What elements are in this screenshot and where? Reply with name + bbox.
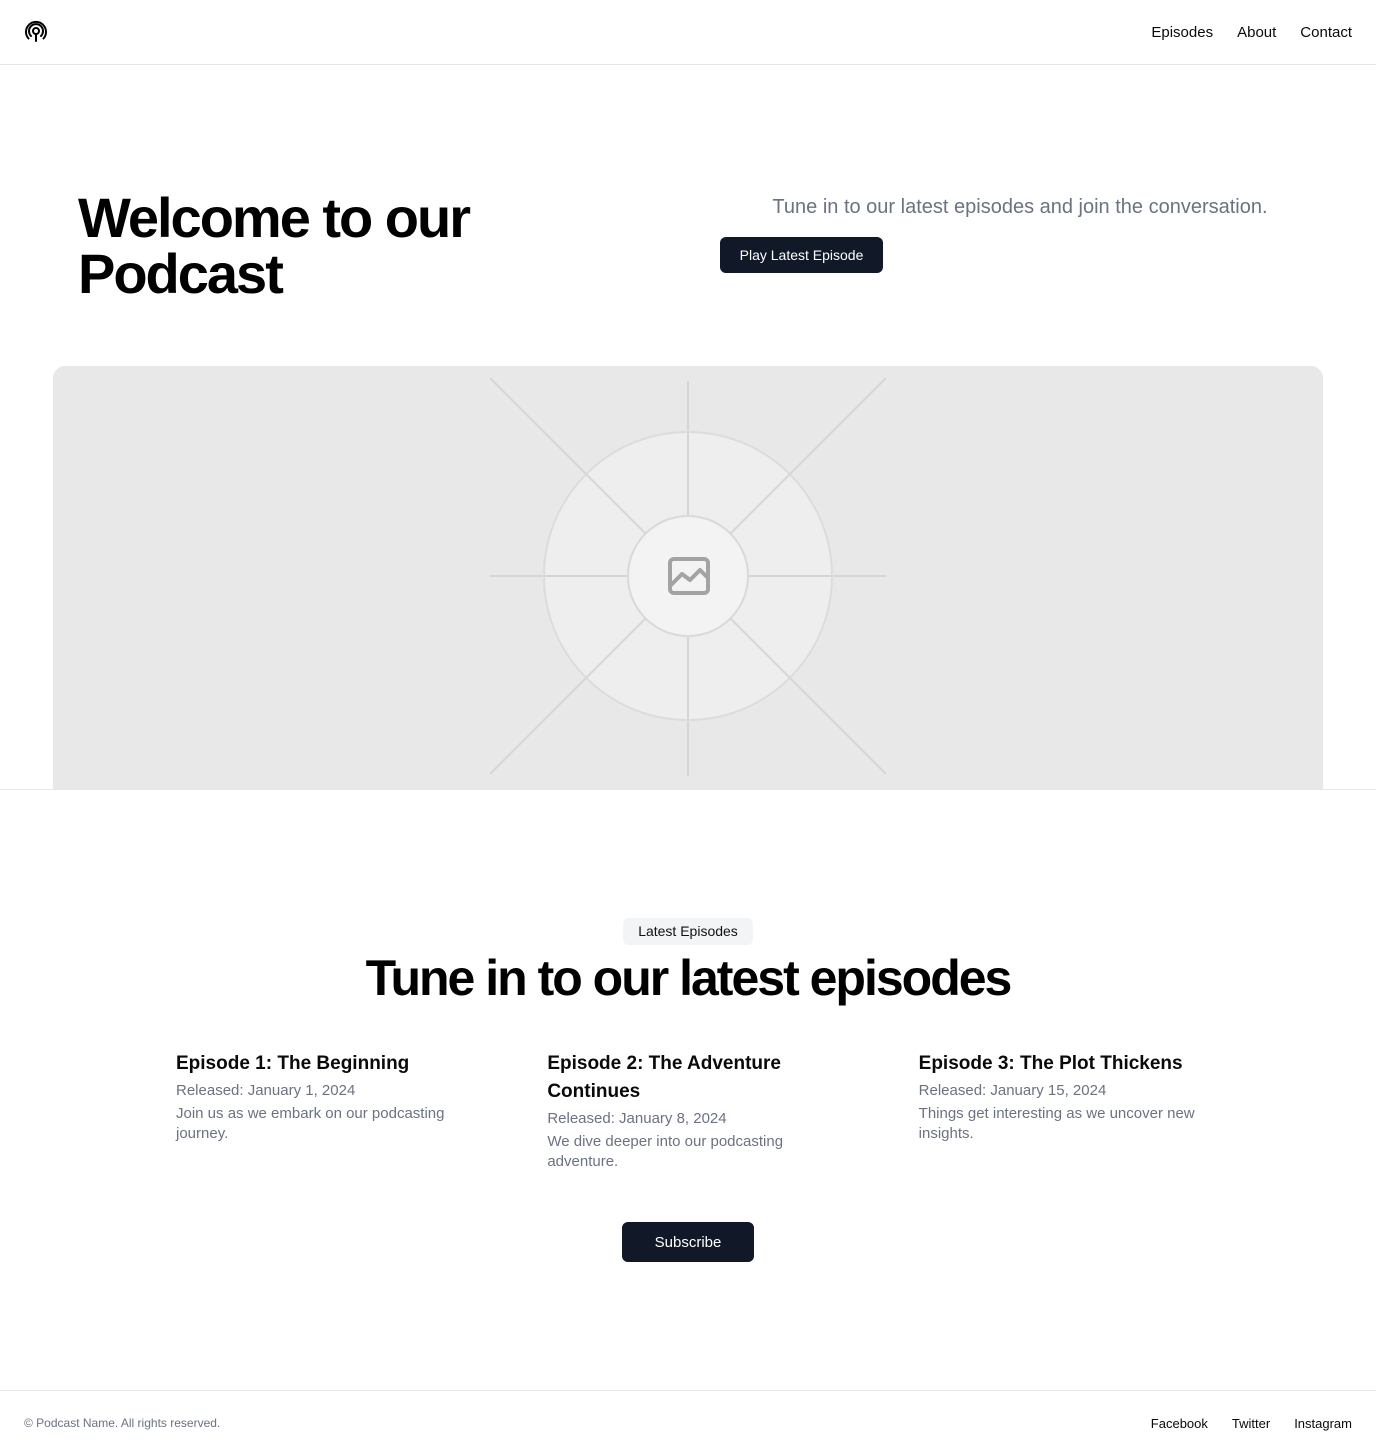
hero-image-placeholder <box>53 366 1323 790</box>
footer-facebook-link[interactable]: Facebook <box>1151 1416 1208 1431</box>
footer-twitter-link[interactable]: Twitter <box>1232 1416 1270 1431</box>
copyright-text: © Podcast Name. All rights reserved. <box>24 1416 221 1430</box>
episode-title[interactable]: Episode 2: The Adventure Continues <box>547 1050 828 1106</box>
latest-episodes-badge: Latest Episodes <box>623 918 753 945</box>
site-header: Episodes About Contact <box>0 0 1376 65</box>
episode-title[interactable]: Episode 1: The Beginning <box>176 1050 457 1078</box>
site-footer: © Podcast Name. All rights reserved. Fac… <box>0 1390 1376 1455</box>
hero-title-line2: Podcast <box>78 242 284 305</box>
episode-description: We dive deeper into our podcasting adven… <box>547 1133 784 1170</box>
episode-release-date: Released: January 15, 2024 <box>918 1082 1107 1099</box>
episode-card[interactable]: Episode 3: The Plot Thickens Released: J… <box>919 1050 1200 1172</box>
podcast-logo-icon[interactable] <box>24 20 48 44</box>
subscribe-button[interactable]: Subscribe <box>622 1222 754 1262</box>
nav-about-link[interactable]: About <box>1237 24 1276 41</box>
episode-card[interactable]: Episode 2: The Adventure Continues Relea… <box>547 1050 828 1172</box>
hero-subtitle: Tune in to our latest episodes and join … <box>772 196 1268 218</box>
footer-instagram-link[interactable]: Instagram <box>1294 1416 1352 1431</box>
hero-title: Welcome to our Podcast <box>78 190 638 302</box>
main-nav: Episodes About Contact <box>1151 24 1352 41</box>
episode-title[interactable]: Episode 3: The Plot Thickens <box>919 1050 1200 1078</box>
nav-contact-link[interactable]: Contact <box>1300 24 1352 41</box>
footer-social-links: Facebook Twitter Instagram <box>1151 1416 1352 1431</box>
episode-release-date: Released: January 1, 2024 <box>176 1082 356 1099</box>
episode-description: Join us as we embark on our podcasting j… <box>176 1105 445 1142</box>
play-latest-episode-button[interactable]: Play Latest Episode <box>720 237 883 273</box>
section-divider <box>0 789 1376 790</box>
nav-episodes-link[interactable]: Episodes <box>1151 24 1213 41</box>
episode-description: Things get interesting as we uncover new… <box>918 1105 1195 1142</box>
page: Episodes About Contact Welcome to our Po… <box>0 0 1376 1455</box>
episodes-list: Episode 1: The Beginning Released: Janua… <box>176 1050 1200 1172</box>
episode-card[interactable]: Episode 1: The Beginning Released: Janua… <box>176 1050 457 1172</box>
episodes-section-title: Tune in to our latest episodes <box>365 950 1013 1006</box>
hero-title-line1: Welcome to our <box>78 186 471 249</box>
episode-release-date: Released: January 8, 2024 <box>547 1110 727 1127</box>
image-placeholder-icon <box>668 557 710 595</box>
